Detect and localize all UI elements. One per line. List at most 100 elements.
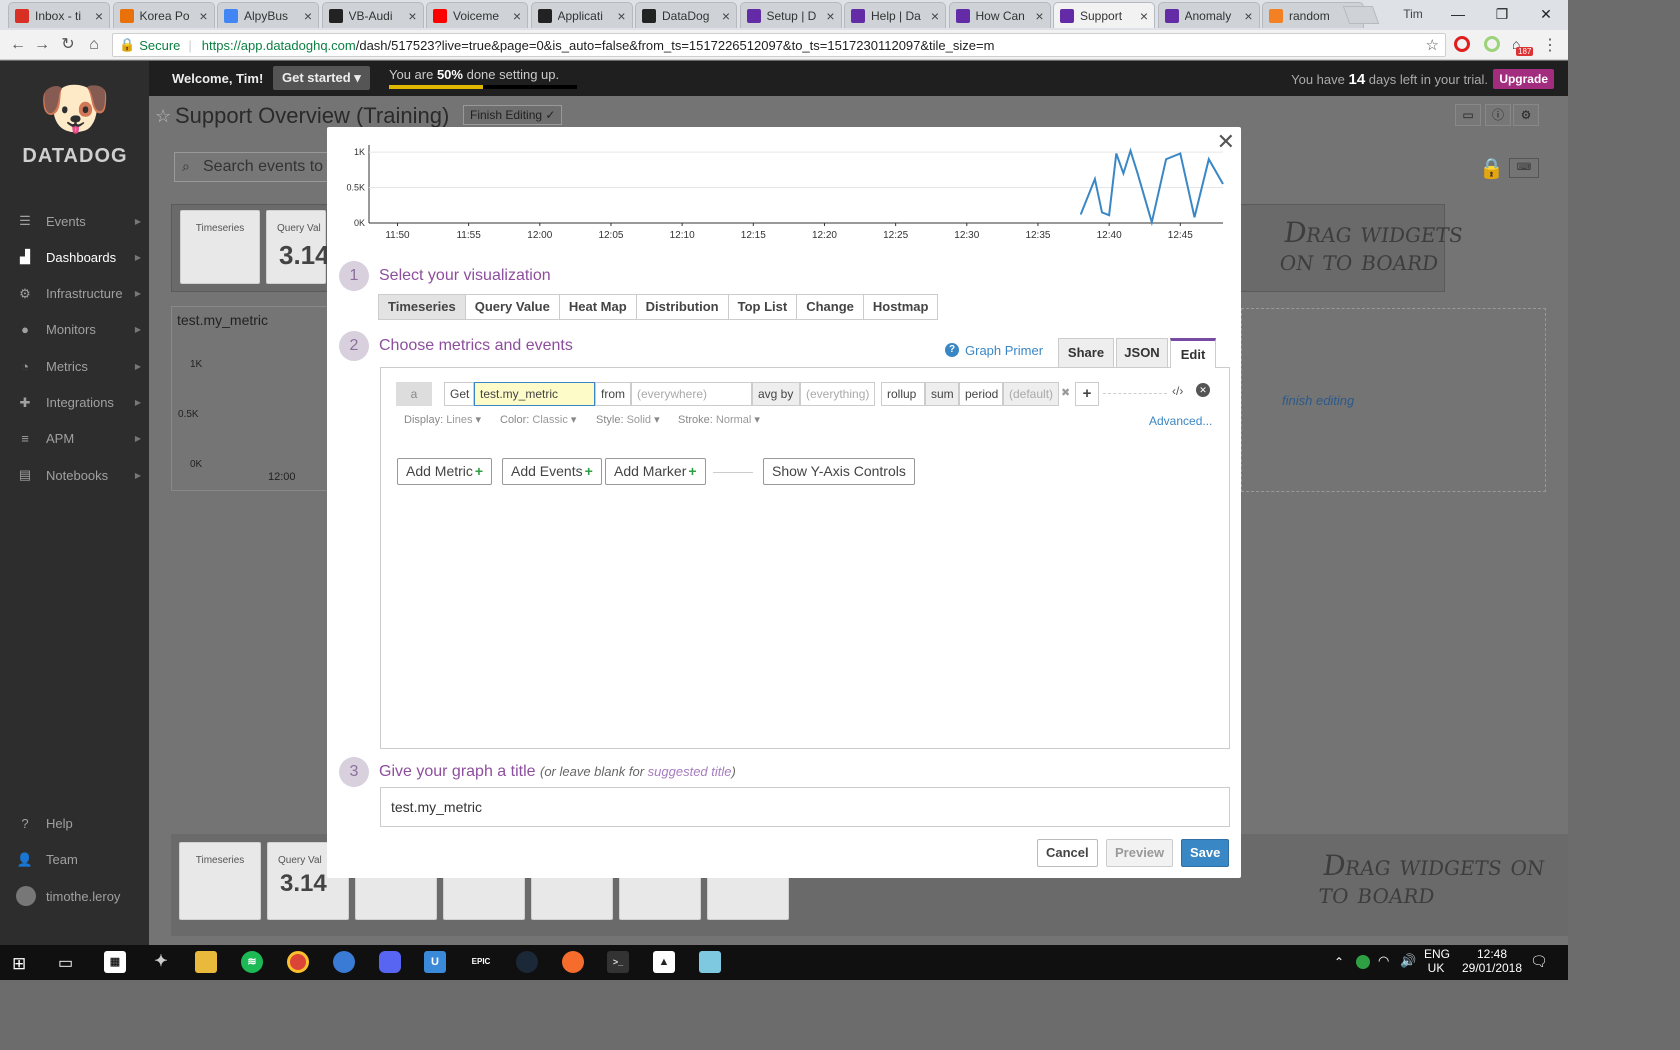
viz-tab-distribution[interactable]: Distribution	[636, 295, 729, 319]
close-window-icon[interactable]: ✕	[1524, 0, 1568, 28]
file-explorer-icon[interactable]	[195, 951, 217, 973]
widget-query-value-tile[interactable]: Query Val 3.14	[266, 210, 330, 284]
remove-query-icon[interactable]: ✕	[1196, 383, 1210, 397]
suggested-title-link[interactable]: suggested title	[648, 764, 732, 779]
browser-tab[interactable]: Setup | D ×	[739, 2, 842, 28]
viz-tab-top-list[interactable]: Top List	[728, 295, 798, 319]
photos-icon[interactable]: ▲	[653, 951, 675, 973]
browser-tab[interactable]: How Can ×	[948, 2, 1051, 28]
terminal-icon[interactable]: >_	[607, 951, 629, 973]
browser-tab[interactable]: Support ×	[1053, 2, 1155, 28]
chrome-icon[interactable]	[287, 951, 309, 973]
upgrade-button[interactable]: Upgrade	[1493, 69, 1554, 89]
datadog-logo[interactable]: 🐶 DATADOG	[20, 73, 130, 168]
opera-icon[interactable]	[1454, 36, 1470, 52]
epic-games-icon[interactable]: EPIC	[470, 951, 492, 973]
advanced-link[interactable]: Advanced...	[1149, 414, 1212, 428]
spotify-icon[interactable]: ≋	[241, 951, 263, 973]
tab-close-icon[interactable]: ×	[408, 8, 416, 24]
viz-tab-change[interactable]: Change	[797, 295, 864, 319]
discord-icon[interactable]	[379, 951, 401, 973]
browser-tab[interactable]: Korea Po ×	[112, 2, 215, 28]
rollup-select[interactable]: sum	[925, 382, 959, 406]
browser-tab[interactable]: Inbox - ti ×	[8, 2, 110, 28]
tab-close-icon[interactable]: ×	[304, 8, 312, 24]
sidebar-item-infrastructure[interactable]: ⚙ Infrastructure ▶	[0, 279, 149, 309]
language-indicator[interactable]: ENG UK	[1424, 947, 1450, 975]
viz-tab-query-value[interactable]: Query Value	[465, 295, 560, 319]
browser-tab[interactable]: Help | Da ×	[844, 2, 946, 28]
sidebar-item-help[interactable]: ? Help	[0, 808, 149, 838]
tv-mode-icon[interactable]: ▭	[1455, 104, 1481, 126]
restore-icon[interactable]: ❐	[1480, 0, 1524, 28]
sidebar-item-monitors[interactable]: ● Monitors ▶	[0, 315, 149, 345]
show-y-axis-button[interactable]: Show Y-Axis Controls	[763, 458, 915, 485]
color-option[interactable]: Color: Classic ▾	[500, 413, 576, 426]
browser-tab[interactable]: Anomaly ×	[1157, 2, 1260, 28]
minimize-icon[interactable]: —	[1436, 0, 1480, 28]
tab-json[interactable]: JSON	[1116, 338, 1168, 368]
forward-icon[interactable]: →	[32, 35, 52, 55]
query-letter[interactable]: a	[396, 382, 432, 406]
viz-tab-timeseries[interactable]: Timeseries	[379, 295, 466, 319]
uplay-icon[interactable]: U	[424, 951, 446, 973]
sidebar-item-integrations[interactable]: ✚ Integrations ▶	[0, 388, 149, 418]
browser-tab[interactable]: AlpyBus ×	[217, 2, 319, 28]
wifi-icon[interactable]: ◠	[1378, 953, 1389, 969]
period-input[interactable]: (default)	[1003, 382, 1059, 406]
game-app-icon[interactable]: ✦	[150, 951, 172, 973]
tab-close-icon[interactable]: ×	[1140, 8, 1148, 24]
settings-gear-icon[interactable]: ⚙	[1513, 104, 1539, 126]
volume-icon[interactable]: 🔊	[1400, 953, 1416, 969]
notes-icon[interactable]	[699, 951, 721, 973]
back-icon[interactable]: ←	[8, 35, 28, 55]
cancel-button[interactable]: Cancel	[1037, 839, 1098, 867]
lock-icon[interactable]: 🔒	[1479, 156, 1504, 181]
preview-button[interactable]: Preview	[1106, 839, 1174, 867]
from-scope-input[interactable]: (everywhere)	[631, 382, 752, 406]
tab-share[interactable]: Share	[1058, 338, 1114, 368]
sidebar-item-dashboards[interactable]: ▟ Dashboards ▶	[0, 242, 149, 272]
save-button[interactable]: Save	[1181, 839, 1230, 867]
browser-tab[interactable]: VB-Audi ×	[321, 2, 424, 28]
code-icon[interactable]: ‹/›	[1172, 384, 1183, 398]
tab-close-icon[interactable]: ×	[513, 8, 521, 24]
menu-icon[interactable]: ⋮	[1542, 35, 1558, 55]
add-events-button[interactable]: Add Events +	[502, 458, 602, 485]
tab-close-icon[interactable]: ×	[95, 8, 103, 24]
tab-close-icon[interactable]: ×	[1035, 8, 1043, 24]
new-tab-button[interactable]	[1342, 6, 1380, 24]
remove-function-icon[interactable]: ✖	[1061, 386, 1070, 399]
tab-close-icon[interactable]: ×	[617, 8, 625, 24]
tab-edit[interactable]: Edit	[1170, 338, 1216, 368]
steam-icon[interactable]	[516, 951, 538, 973]
sidebar-item-team[interactable]: 👤 Team	[0, 845, 149, 875]
url-field[interactable]: 🔒 Secure | https://app.datadoghq.com/das…	[112, 33, 1446, 57]
add-marker-button[interactable]: Add Marker +	[605, 458, 706, 485]
sidebar-item-user[interactable]: ● timothe.leroy	[0, 881, 149, 911]
tab-close-icon[interactable]: ×	[931, 8, 939, 24]
favorite-star-icon[interactable]: ☆	[155, 106, 171, 127]
add-function-button[interactable]: +	[1075, 382, 1099, 406]
windows-start-icon[interactable]: ⊞	[12, 954, 26, 974]
browser-tab[interactable]: Voiceme ×	[426, 2, 528, 28]
task-view-icon[interactable]: ▭	[58, 953, 73, 973]
tray-app-icon[interactable]	[1356, 955, 1370, 969]
browser-tab[interactable]: Applicati ×	[530, 2, 633, 28]
display-option[interactable]: Display: Lines ▾	[404, 413, 481, 426]
tab-close-icon[interactable]: ×	[826, 8, 834, 24]
sidebar-item-events[interactable]: ☰ Events ▶	[0, 206, 149, 236]
extension-icon[interactable]	[1484, 36, 1500, 52]
avg-by-input[interactable]: (everything)	[800, 382, 875, 406]
add-metric-button[interactable]: Add Metric +	[397, 458, 493, 485]
profile-name[interactable]: Tim	[1390, 0, 1436, 28]
calendar-app-icon[interactable]: ▦	[104, 951, 126, 973]
info-icon[interactable]: ⓘ	[1485, 104, 1511, 126]
style-option[interactable]: Style: Solid ▾	[596, 413, 660, 426]
keyboard-icon[interactable]: ⌨	[1509, 158, 1539, 178]
notifications-icon[interactable]: 🗨	[1530, 953, 1548, 970]
graph-title-input[interactable]	[380, 787, 1230, 827]
stroke-option[interactable]: Stroke: Normal ▾	[678, 413, 760, 426]
sidebar-item-metrics[interactable]: ◔ Metrics ▶	[0, 351, 149, 381]
tab-close-icon[interactable]: ×	[722, 8, 730, 24]
